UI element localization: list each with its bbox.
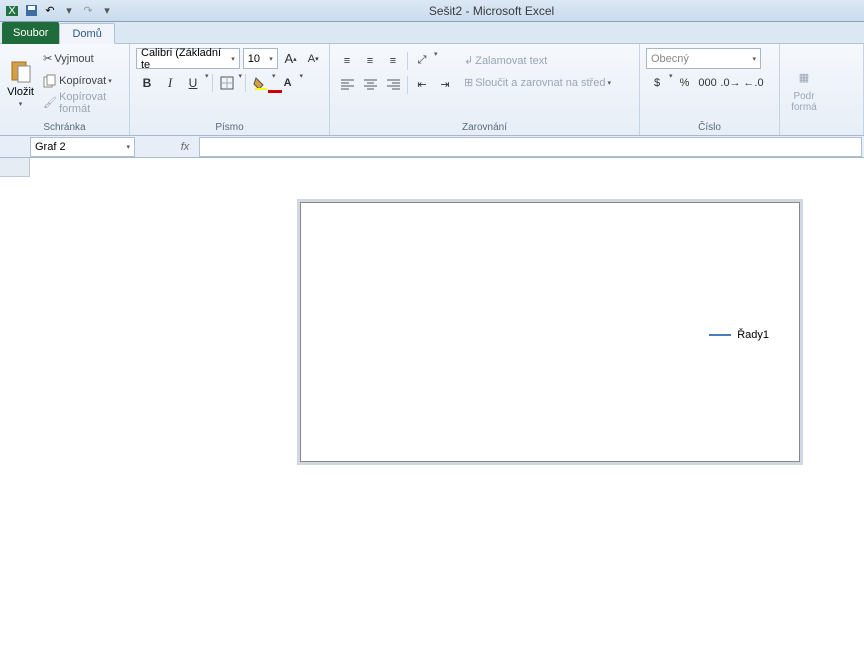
increase-decimal-icon[interactable]: .0→ [720, 72, 742, 93]
column-headers [0, 158, 864, 177]
number-format-combo[interactable]: Obecný▾ [646, 48, 761, 69]
undo-menu-icon[interactable]: ▾ [61, 3, 77, 19]
italic-button[interactable]: I [159, 72, 181, 93]
chevron-down-icon: ▾ [269, 55, 273, 63]
align-top-icon[interactable]: ≡ [336, 50, 358, 71]
align-right-icon[interactable] [382, 74, 404, 95]
font-label: Písmo [134, 121, 325, 135]
cut-button[interactable]: ✂Vyjmout [41, 48, 123, 69]
cond-format-button[interactable]: ▦Podr formá [784, 46, 824, 132]
underline-button[interactable]: U [182, 72, 204, 93]
title-bar: X ↶ ▾ ↷ ▾ Sešit2 - Microsoft Excel [0, 0, 864, 22]
worksheet: Řady1 [0, 158, 864, 645]
plot-area[interactable] [339, 219, 709, 429]
currency-icon[interactable]: $ [646, 72, 668, 93]
shrink-font-icon[interactable]: A▾ [303, 48, 323, 69]
legend-swatch [709, 334, 731, 336]
tab-domů[interactable]: Domů [59, 23, 114, 44]
decrease-decimal-icon[interactable]: ←.0 [743, 72, 765, 93]
qat-customize-icon[interactable]: ▾ [99, 3, 115, 19]
paste-button[interactable]: Vložit ▾ [4, 46, 37, 121]
orientation-icon[interactable]: ⤢ [411, 50, 433, 71]
clipboard-label: Schránka [4, 121, 125, 135]
merge-center-button[interactable]: ⊞Sloučit a zarovnat na střed▾ [462, 72, 613, 93]
font-name-combo[interactable]: Calibri (Základní te▾ [136, 48, 240, 69]
formula-bar[interactable] [199, 137, 862, 157]
paste-icon [9, 60, 33, 84]
copy-icon [43, 74, 57, 88]
comma-icon[interactable]: 000 [697, 72, 719, 93]
copy-button[interactable]: Kopírovat▾ [41, 70, 123, 91]
alignment-label: Zarovnání [334, 121, 635, 135]
grow-font-icon[interactable]: A▴ [281, 48, 301, 69]
excel-icon: X [4, 3, 20, 19]
svg-text:X: X [8, 5, 16, 17]
group-number: Obecný▾ $ ▾ % 000 .0→ ←.0 Číslo [640, 44, 780, 135]
number-label: Číslo [644, 121, 775, 135]
scissors-icon: ✂ [43, 52, 52, 65]
wrap-icon: ↲ [464, 54, 473, 67]
select-all-corner[interactable] [0, 158, 30, 177]
align-bottom-icon[interactable]: ≡ [382, 50, 404, 71]
brush-icon: 🖌 [43, 96, 57, 109]
redo-icon[interactable]: ↷ [80, 3, 96, 19]
indent-icon[interactable]: ⇥ [434, 74, 456, 95]
outdent-icon[interactable]: ⇤ [411, 74, 433, 95]
chart-series-line [339, 219, 639, 369]
window-title: Sešit2 - Microsoft Excel [119, 4, 864, 18]
group-styles-cut: ▦Podr formá [780, 44, 864, 135]
ribbon-tabs: Soubor Domů [0, 22, 864, 44]
borders-menu-icon[interactable]: ▾ [239, 72, 243, 93]
paste-menu-icon: ▾ [19, 100, 23, 108]
borders-button[interactable] [216, 72, 238, 93]
paste-label: Vložit [7, 86, 34, 98]
font-size-combo[interactable]: 10▾ [243, 48, 278, 69]
align-middle-icon[interactable]: ≡ [359, 50, 381, 71]
group-clipboard: Vložit ▾ ✂Vyjmout Kopírovat▾ 🖌Kopírovat … [0, 44, 130, 135]
format-painter-button[interactable]: 🖌Kopírovat formát [41, 92, 123, 113]
chart-legend[interactable]: Řady1 [709, 329, 769, 341]
bold-button[interactable]: B [136, 72, 158, 93]
align-left-icon[interactable] [336, 74, 358, 95]
name-box[interactable]: Graf 2▾ [30, 137, 135, 157]
legend-label: Řady1 [737, 329, 769, 341]
table-icon: ▦ [792, 65, 816, 89]
fx-icon[interactable]: fx [175, 141, 195, 153]
formula-bar-row: Graf 2▾ fx [0, 136, 864, 158]
group-font: Calibri (Základní te▾ 10▾ A▴ A▾ B I U▾ ▾… [130, 44, 330, 135]
chevron-down-icon: ▾ [231, 55, 235, 63]
save-icon[interactable] [23, 3, 39, 19]
undo-icon[interactable]: ↶ [42, 3, 58, 19]
wrap-text-button[interactable]: ↲Zalamovat text [462, 50, 613, 71]
ribbon: Vložit ▾ ✂Vyjmout Kopírovat▾ 🖌Kopírovat … [0, 44, 864, 136]
underline-menu-icon[interactable]: ▾ [205, 72, 209, 93]
percent-icon[interactable]: % [674, 72, 696, 93]
chevron-down-icon: ▾ [752, 55, 756, 63]
group-alignment: ≡ ≡ ≡ ⤢▾ ⇤ ⇥ ↲Zalamovat text ⊞Sloučit [330, 44, 640, 135]
align-center-icon[interactable] [359, 74, 381, 95]
fontcolor-menu-icon[interactable]: ▾ [300, 72, 304, 93]
quick-access-toolbar: X ↶ ▾ ↷ ▾ [0, 3, 119, 19]
tab-file[interactable]: Soubor [2, 22, 59, 44]
chevron-down-icon: ▾ [126, 143, 130, 151]
chart-object[interactable]: Řady1 [300, 202, 800, 462]
merge-icon: ⊞ [464, 76, 473, 89]
